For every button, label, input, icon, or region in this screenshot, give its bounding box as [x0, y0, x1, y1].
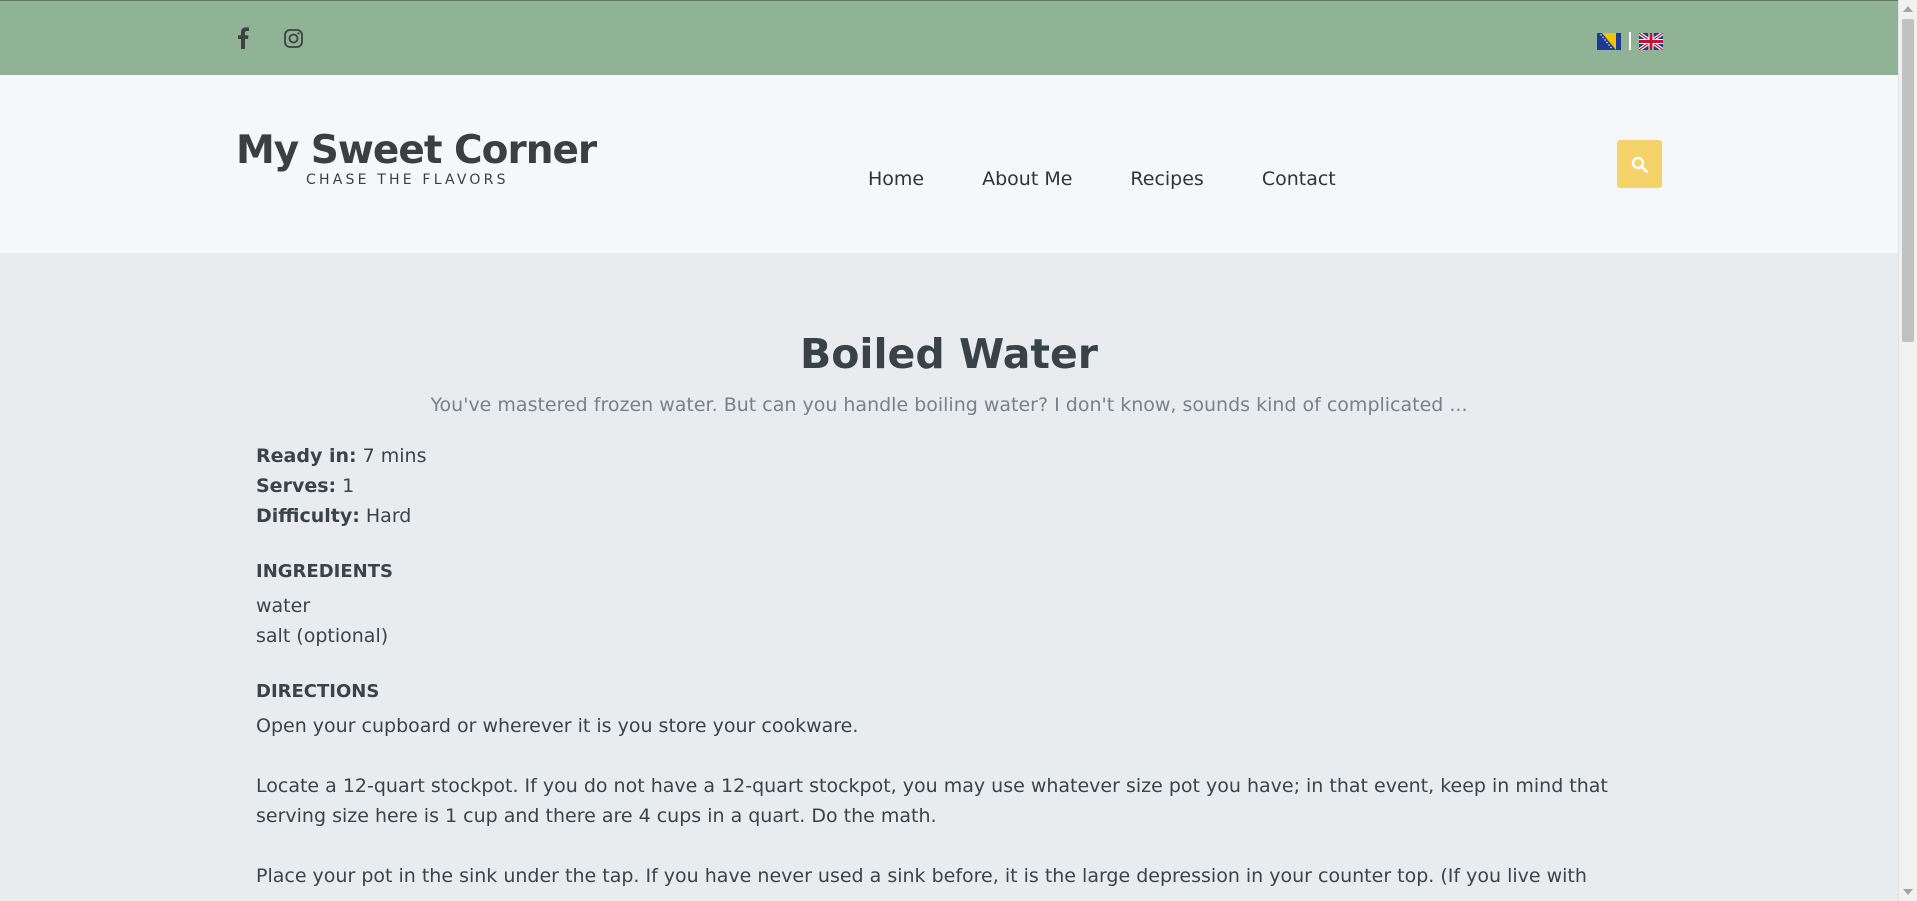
main-nav: Home About Me Recipes Contact [868, 168, 1394, 190]
meta-difficulty: Difficulty: Hard [256, 501, 1626, 531]
nav-home[interactable]: Home [868, 168, 924, 190]
scroll-thumb[interactable] [1902, 19, 1914, 342]
meta-value: Hard [365, 505, 412, 527]
meta-serves: Serves: 1 [256, 471, 1626, 501]
nav-contact[interactable]: Contact [1262, 168, 1336, 190]
meta-label: Difficulty: [256, 505, 360, 527]
scroll-down-icon[interactable] [1903, 889, 1913, 895]
direction-step: Open your cupboard or wherever it is you… [256, 715, 859, 737]
meta-ready-in: Ready in: 7 mins [256, 441, 1626, 471]
meta-label: Serves: [256, 475, 337, 497]
social-bar [0, 0, 1898, 75]
recipe-content: Boiled Water You've mastered frozen wate… [0, 253, 1898, 901]
search-button[interactable] [1617, 140, 1662, 188]
meta-label: Ready in: [256, 445, 357, 467]
site-logo[interactable]: My Sweet Corner CHASE THE FLAVORS [236, 128, 597, 188]
directions-heading: DIRECTIONS [256, 681, 380, 702]
scroll-up-icon[interactable] [1903, 6, 1913, 12]
ingredient-item: salt (optional) [256, 625, 389, 647]
direction-step: Place your pot in the sink under the tap… [256, 865, 1587, 887]
search-icon [1631, 156, 1648, 173]
ingredients-heading: INGREDIENTS [256, 561, 393, 582]
logo-title: My Sweet Corner [236, 128, 597, 173]
nav-recipes[interactable]: Recipes [1130, 168, 1203, 190]
recipe-subtitle: You've mastered frozen water. But can yo… [430, 394, 1468, 416]
language-switcher [1597, 32, 1663, 50]
uk-flag-icon[interactable] [1639, 32, 1663, 50]
ingredient-item: water [256, 595, 311, 617]
logo-tagline: CHASE THE FLAVORS [306, 172, 509, 188]
recipe-body: Ready in: 7 mins Serves: 1 Difficulty: H… [256, 441, 1626, 901]
instagram-icon[interactable] [280, 25, 306, 51]
site-header: My Sweet Corner CHASE THE FLAVORS Home A… [0, 75, 1898, 253]
bosnia-flag-icon[interactable] [1597, 32, 1621, 50]
nav-about-me[interactable]: About Me [982, 168, 1072, 190]
page: My Sweet Corner CHASE THE FLAVORS Home A… [0, 0, 1898, 901]
facebook-icon[interactable] [230, 25, 256, 51]
direction-step: Locate a 12-quart stockpot. If you do no… [256, 775, 1608, 827]
recipe-title: Boiled Water [799, 330, 1098, 378]
meta-value: 7 mins [362, 445, 427, 467]
meta-value: 1 [342, 475, 355, 497]
page-scrollbar[interactable] [1898, 0, 1917, 901]
flag-divider [1629, 32, 1631, 50]
